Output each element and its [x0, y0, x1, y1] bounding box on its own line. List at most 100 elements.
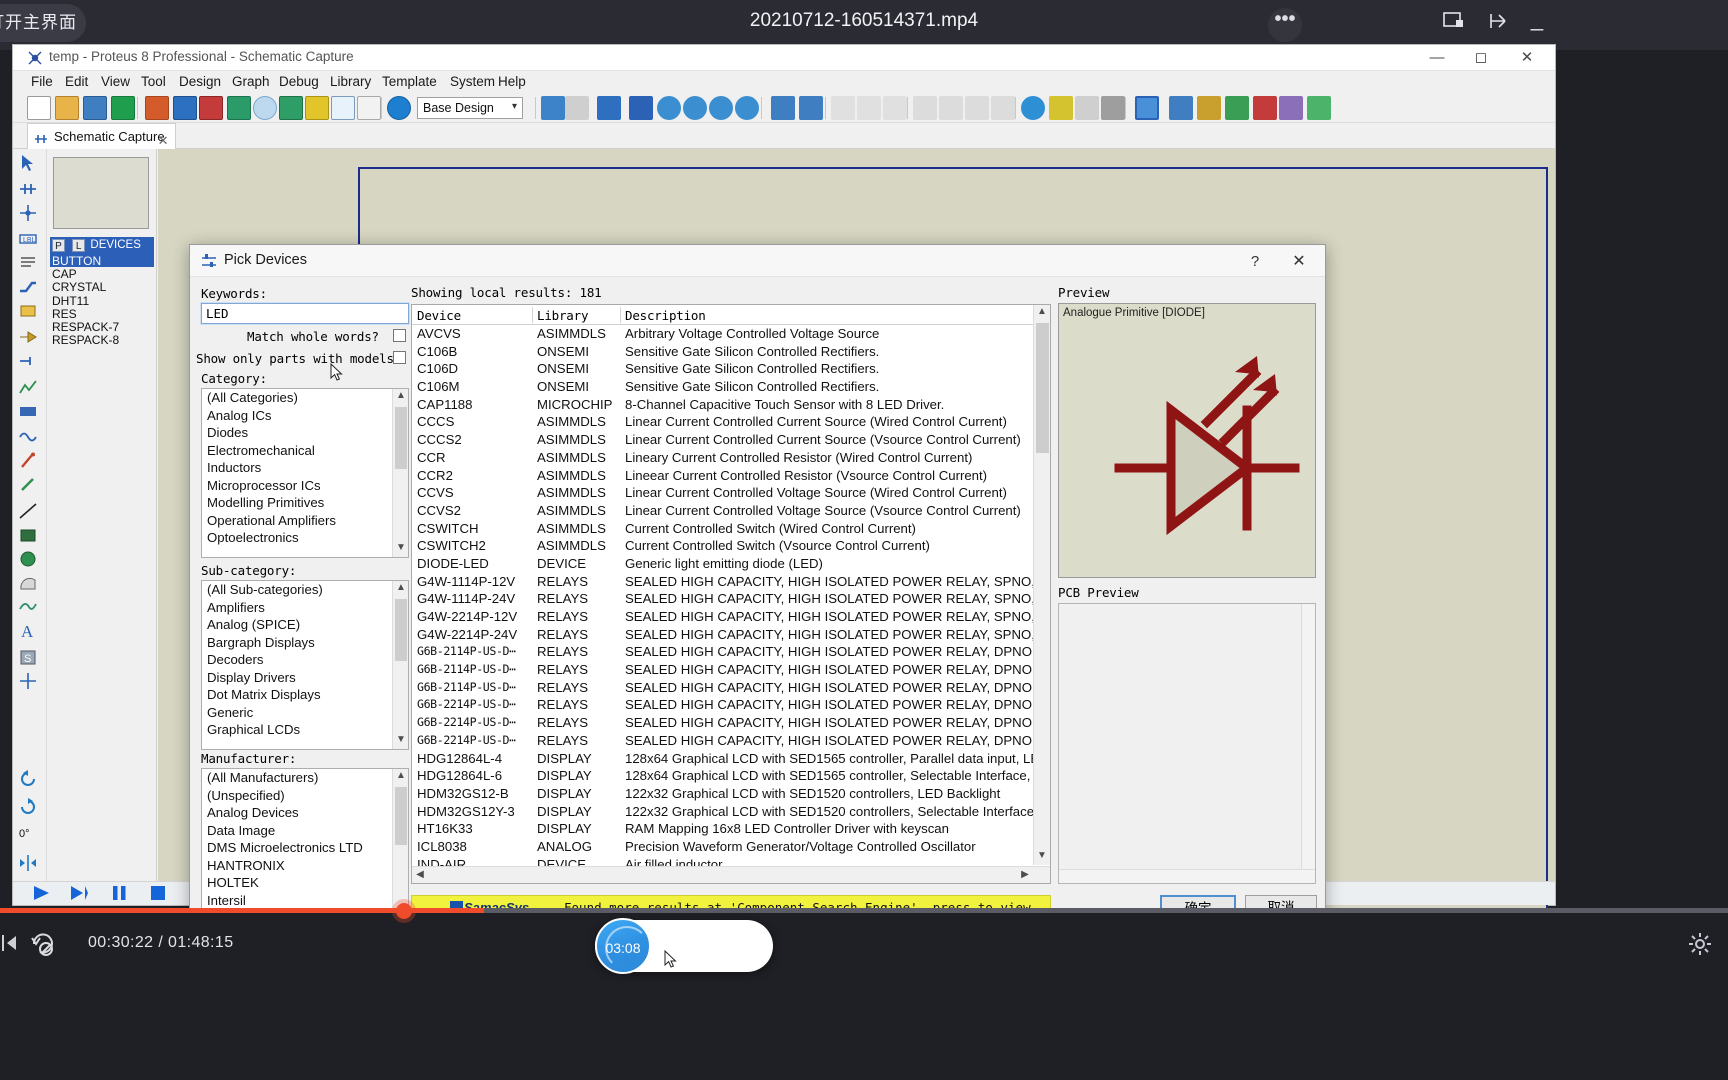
scroll-left-icon[interactable]: ◀: [412, 867, 428, 883]
table-row[interactable]: G6B-2214P-US-D⋯ RELAYS SEALED HIGH CAPACIT…: [412, 696, 1033, 714]
category-item[interactable]: Optoelectronics: [202, 529, 408, 547]
billing-icon[interactable]: [305, 96, 329, 120]
table-row[interactable]: G6B-2214P-US-D⋯ RELAYS SEALED HIGH CAPACIT…: [412, 732, 1033, 750]
export-icon[interactable]: [111, 96, 135, 120]
column-divider-1[interactable]: [532, 307, 533, 323]
package-tool-icon[interactable]: [1075, 96, 1099, 120]
zoom-in-icon[interactable]: [657, 96, 681, 120]
device-item-dht11[interactable]: DHT11: [50, 294, 154, 308]
sim-play-button[interactable]: [31, 884, 53, 905]
bom-icon[interactable]: [279, 96, 303, 120]
overview-thumbnail[interactable]: [53, 157, 149, 229]
category-item[interactable]: Operational Amplifiers: [202, 512, 408, 530]
device-item-cap[interactable]: CAP: [50, 267, 154, 281]
category-item[interactable]: Inductors: [202, 459, 408, 477]
table-row[interactable]: C106D ONSEMI Sensitive Gate Silicon Contro…: [412, 360, 1033, 378]
proteus-minimize-button[interactable]: —: [1415, 47, 1459, 69]
symbol-tool-icon[interactable]: S: [18, 647, 42, 671]
grid-toggle-icon[interactable]: [565, 96, 589, 120]
wire-autorouter-icon[interactable]: [1135, 96, 1159, 120]
category-scrollbar[interactable]: ▲ ▼: [392, 389, 408, 557]
column-header-description[interactable]: Description: [625, 308, 706, 323]
devices-list[interactable]: BUTTON CAP CRYSTAL DHT11 RES RESPACK-7 R…: [50, 254, 154, 347]
redo-icon[interactable]: [799, 96, 823, 120]
menu-template[interactable]: Template: [382, 74, 437, 89]
scroll-up-icon[interactable]: ▲: [1034, 305, 1050, 321]
dialog-close-button[interactable]: ✕: [1282, 250, 1316, 274]
subcategory-item[interactable]: Analog (SPICE): [202, 616, 408, 634]
keywords-input[interactable]: [200, 302, 410, 325]
copy-icon[interactable]: [857, 96, 881, 120]
origin-icon[interactable]: [597, 96, 621, 120]
undo-icon[interactable]: [771, 96, 795, 120]
save-file-icon[interactable]: [83, 96, 107, 120]
table-row[interactable]: CSWITCH2 ASIMMDLS Current Controlled Switc…: [412, 537, 1033, 555]
table-row[interactable]: CCCS ASIMMDLS Linear Current Controlled Cu…: [412, 413, 1033, 431]
search-icon[interactable]: [253, 96, 277, 120]
scrollbar-thumb[interactable]: [1036, 323, 1049, 453]
previous-video-icon[interactable]: [0, 932, 20, 959]
category-item[interactable]: (All Categories): [202, 389, 408, 407]
results-grid-rows[interactable]: AVCVS ASIMMDLS Arbitrary Voltage Controlle…: [412, 325, 1033, 882]
settings-gear-icon[interactable]: [1688, 932, 1712, 961]
component-mode-icon[interactable]: [18, 179, 42, 203]
help-button[interactable]: ?: [1240, 250, 1270, 274]
text-script-icon[interactable]: [18, 253, 42, 277]
results-horizontal-scrollbar[interactable]: ◀ ▶: [412, 866, 1050, 883]
minimize-button[interactable]: _: [1524, 8, 1550, 38]
subcategory-item[interactable]: Dot Matrix Displays: [202, 686, 408, 704]
3d-viewer-icon[interactable]: [227, 96, 251, 120]
table-row[interactable]: HDG12864L-4 DISPLAY 128x64 Graphical LCD w…: [412, 750, 1033, 768]
table-row[interactable]: G4W-1114P-24V RELAYS SEALED HIGH CAPACITY,…: [412, 590, 1033, 608]
table-row[interactable]: CCVS ASIMMDLS Linear Current Controlled Vo…: [412, 484, 1033, 502]
home-icon[interactable]: [145, 96, 169, 120]
table-row[interactable]: C106B ONSEMI Sensitive Gate Silicon Contro…: [412, 343, 1033, 361]
scrollbar-thumb[interactable]: [395, 599, 407, 661]
scroll-up-icon[interactable]: ▲: [393, 389, 408, 405]
manufacturer-item[interactable]: DMS Microelectronics LTD: [202, 839, 408, 857]
sim-pause-button[interactable]: [109, 884, 131, 905]
pcb-layout-icon[interactable]: [199, 96, 223, 120]
table-row[interactable]: HT16K33 DISPLAY RAM Mapping 16x8 LED Contr…: [412, 820, 1033, 838]
menu-debug[interactable]: Debug: [279, 74, 319, 89]
pcb-horizontal-scrollbar[interactable]: [1059, 869, 1315, 883]
subcategory-item[interactable]: Display Drivers: [202, 669, 408, 687]
match-whole-words-checkbox[interactable]: [393, 329, 406, 342]
text-tool-icon[interactable]: A: [18, 621, 42, 645]
scroll-up-icon[interactable]: ▲: [393, 769, 408, 785]
scrollbar-thumb[interactable]: [395, 407, 407, 469]
manufacturer-item[interactable]: (Unspecified): [202, 787, 408, 805]
open-file-icon[interactable]: [55, 96, 79, 120]
zoom-area-icon[interactable]: [735, 96, 759, 120]
firmware-icon[interactable]: [331, 96, 355, 120]
subcategory-listbox[interactable]: (All Sub-categories) Amplifiers Analog (…: [201, 580, 409, 750]
table-row[interactable]: CSWITCH ASIMMDLS Current Controlled Switch…: [412, 520, 1033, 538]
box-tool-icon[interactable]: [18, 525, 42, 549]
generator-mode-icon[interactable]: [18, 427, 42, 451]
proteus-maximize-button[interactable]: ◻: [1459, 47, 1503, 69]
recorder-timer[interactable]: 03:08: [595, 918, 651, 974]
voltage-probe-icon[interactable]: [18, 451, 42, 475]
category-item[interactable]: Diodes: [202, 424, 408, 442]
manufacturer-item[interactable]: HANTRONIX: [202, 857, 408, 875]
schematic-capture-icon[interactable]: [173, 96, 197, 120]
exit-sheet-icon[interactable]: [1279, 96, 1303, 120]
scroll-down-icon[interactable]: ▼: [393, 733, 408, 749]
column-header-library[interactable]: Library: [537, 308, 588, 323]
sim-step-button[interactable]: [69, 884, 91, 905]
category-item[interactable]: Modelling Primitives: [202, 494, 408, 512]
zoom-all-icon[interactable]: [709, 96, 733, 120]
table-row[interactable]: G6B-2114P-US-D⋯ RELAYS SEALED HIGH CAPACIT…: [412, 679, 1033, 697]
device-item-respack7[interactable]: RESPACK-7: [50, 320, 154, 334]
manufacturer-item[interactable]: Data Image: [202, 822, 408, 840]
table-row[interactable]: HDM32GS12Y-3 DISPLAY 122x32 Graphical LCD …: [412, 803, 1033, 821]
category-listbox[interactable]: (All Categories) Analog ICs Diodes Elect…: [201, 388, 409, 558]
block-copy-icon[interactable]: [913, 96, 937, 120]
current-probe-icon[interactable]: [18, 475, 42, 499]
wire-label-icon[interactable]: LBL: [18, 229, 42, 253]
terminal-mode-icon[interactable]: [18, 327, 42, 351]
results-grid[interactable]: Device Library Description AVCVS ASIMMDLS…: [411, 304, 1051, 884]
category-item[interactable]: Electromechanical: [202, 442, 408, 460]
cut-icon[interactable]: [831, 96, 855, 120]
line-tool-icon[interactable]: [18, 501, 42, 525]
